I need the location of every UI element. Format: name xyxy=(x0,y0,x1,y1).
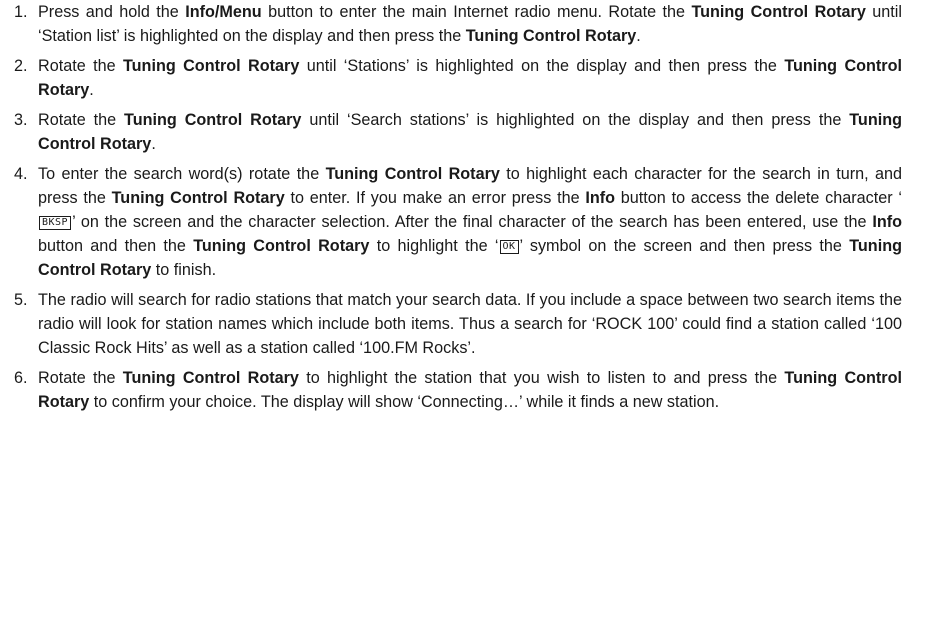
step-text: to highlight the station that you wish t… xyxy=(298,369,785,387)
step-text: until ‘Search stations’ is highlighted o… xyxy=(301,111,850,129)
step-text: ’ on the screen and the character select… xyxy=(72,213,873,231)
instruction-step-4: 4. To enter the search word(s) rotate the… xyxy=(14,162,902,282)
control-name: Tuning Control Rotary xyxy=(193,237,370,255)
control-name: Tuning Control Rotary xyxy=(111,189,285,207)
control-name: Tuning Control Rotary xyxy=(124,111,302,129)
instruction-steps-list: 1. Press and hold the Info/Menu button to… xyxy=(14,0,902,420)
instruction-step-2: 2. Rotate the Tuning Control Rotary until… xyxy=(14,54,902,102)
lcd-symbol-ok: OK xyxy=(499,240,519,254)
step-number: 4. xyxy=(14,165,28,183)
step-number: 2. xyxy=(14,57,28,75)
step-text: Rotate the xyxy=(38,57,123,75)
step-text: to enter. If you make an error press the xyxy=(284,189,586,207)
step-text: The radio will search for radio stations… xyxy=(38,291,902,357)
control-name: Info/Menu xyxy=(185,3,262,21)
step-text: . xyxy=(151,135,156,153)
control-name: Tuning Control Rotary xyxy=(122,57,300,75)
step-text: Press and hold the xyxy=(38,3,186,21)
step-text: To enter the search word(s) rotate the xyxy=(38,165,326,183)
instruction-step-3: 3. Rotate the Tuning Control Rotary until… xyxy=(14,108,902,156)
instruction-step-6: 6. Rotate the Tuning Control Rotary to hi… xyxy=(14,366,902,414)
step-text: . xyxy=(636,27,641,45)
control-name: Tuning Control Rotary xyxy=(325,165,500,183)
step-text: to finish. xyxy=(151,261,217,279)
step-text: button and then the xyxy=(38,237,194,255)
step-number: 1. xyxy=(14,3,28,21)
lcd-symbol-bksp: BKSP xyxy=(39,216,72,230)
instruction-step-5: 5. The radio will search for radio statio… xyxy=(14,288,902,360)
control-name: Info xyxy=(872,213,902,231)
step-text: to highlight the ‘ xyxy=(369,237,499,255)
step-text: button to enter the main Internet radio … xyxy=(261,3,692,21)
step-text: Rotate the xyxy=(38,369,123,387)
step-number: 5. xyxy=(14,291,28,309)
step-text: Rotate the xyxy=(38,111,125,129)
instruction-page: 1. Press and hold the Info/Menu button to… xyxy=(0,0,925,634)
control-name: Tuning Control Rotary xyxy=(465,27,637,45)
step-text: until ‘Stations’ is highlighted on the d… xyxy=(299,57,785,75)
control-name: Tuning Control Rotary xyxy=(691,3,866,21)
step-text: ’ symbol on the screen and then press th… xyxy=(519,237,850,255)
step-text: to confirm your choice. The display will… xyxy=(89,393,720,411)
control-name: Info xyxy=(585,189,616,207)
step-text: button to access the delete character ‘ xyxy=(615,189,902,207)
step-number: 3. xyxy=(14,111,28,129)
step-text: . xyxy=(89,81,94,99)
step-number: 6. xyxy=(14,369,28,387)
instruction-step-1: 1. Press and hold the Info/Menu button to… xyxy=(14,0,902,48)
control-name: Tuning Control Rotary xyxy=(122,369,299,387)
